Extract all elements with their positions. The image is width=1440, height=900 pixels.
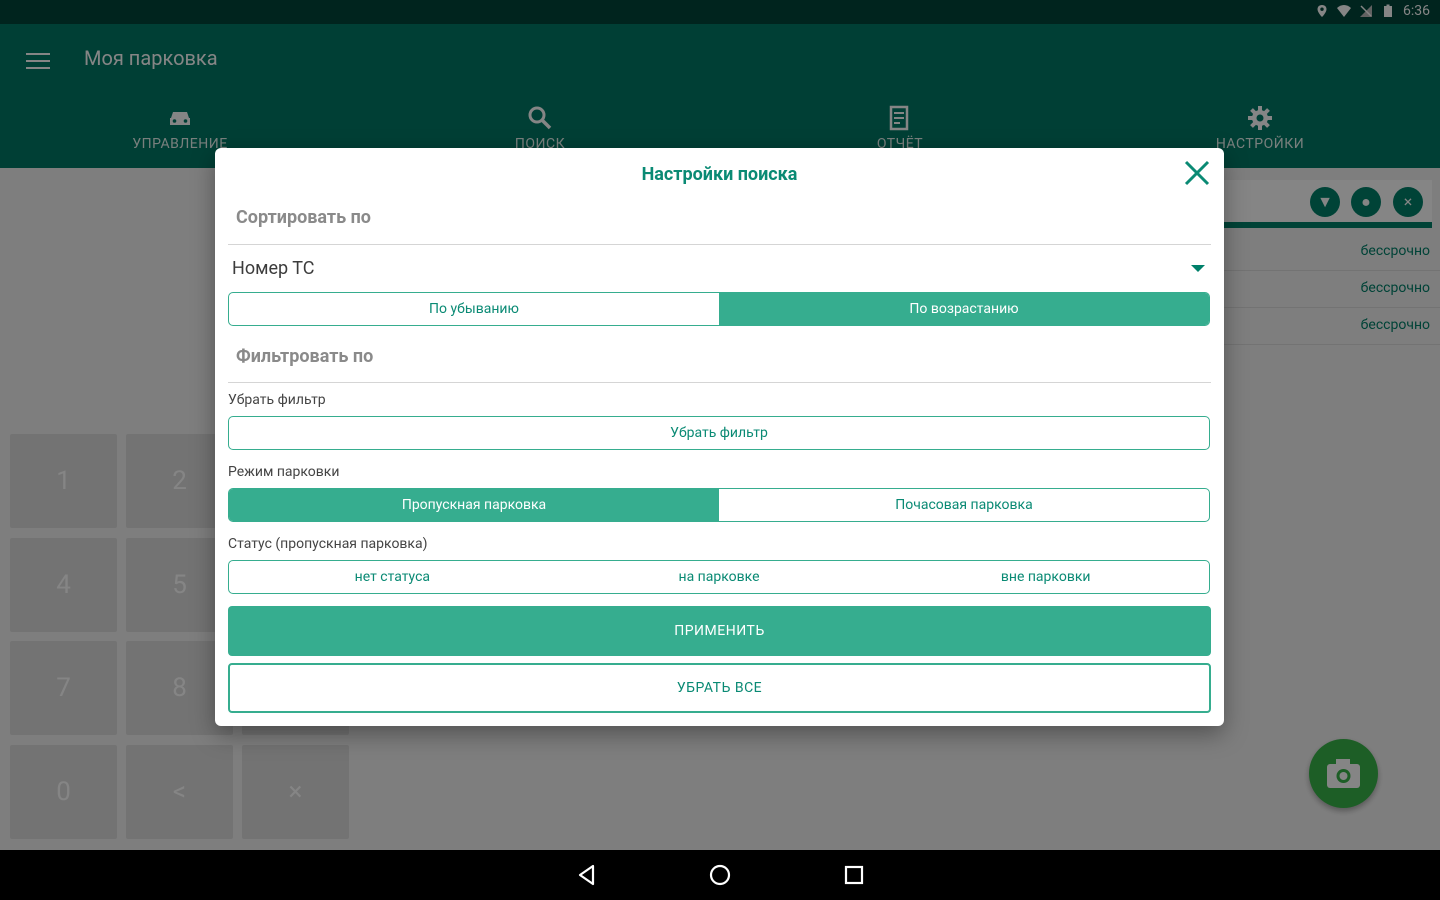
close-icon[interactable] (1182, 158, 1212, 188)
remove-filter-button[interactable]: Убрать фильтр (229, 417, 1209, 449)
divider (228, 244, 1211, 245)
status-toggle: нет статуса на парковке вне парковки (228, 560, 1210, 594)
status-outside-option[interactable]: вне парковки (882, 561, 1209, 593)
filter-section-title: Фильтровать по (236, 346, 374, 367)
remove-filter-label: Убрать фильтр (228, 392, 326, 408)
status-label: Статус (пропускная парковка) (228, 536, 428, 552)
hourly-parking-option[interactable]: Почасовая парковка (719, 489, 1209, 521)
status-parked-option[interactable]: на парковке (556, 561, 883, 593)
divider (228, 382, 1211, 383)
sort-descending-option[interactable]: По убыванию (229, 293, 719, 325)
sort-field-value: Номер ТС (232, 258, 315, 279)
chevron-down-icon (1191, 265, 1205, 272)
apply-button[interactable]: ПРИМЕНИТЬ (228, 606, 1211, 656)
system-nav-bar (0, 850, 1440, 900)
remove-filter-group: Убрать фильтр (228, 416, 1210, 450)
sort-section-title: Сортировать по (236, 207, 371, 228)
back-icon[interactable] (574, 862, 600, 888)
sort-ascending-option[interactable]: По возрастанию (719, 293, 1209, 325)
status-none-option[interactable]: нет статуса (229, 561, 556, 593)
parking-mode-label: Режим парковки (228, 464, 340, 480)
pass-parking-option[interactable]: Пропускная парковка (229, 489, 719, 521)
clear-all-button[interactable]: УБРАТЬ ВСЕ (228, 663, 1211, 713)
home-icon[interactable] (707, 862, 733, 888)
dialog-title: Настройки поиска (641, 164, 798, 185)
recents-icon[interactable] (841, 862, 867, 888)
search-settings-dialog: Настройки поиска Сортировать по Номер ТС… (215, 148, 1224, 726)
sort-order-toggle: По убыванию По возрастанию (228, 292, 1210, 326)
parking-mode-toggle: Пропускная парковка Почасовая парковка (228, 488, 1210, 522)
sort-field-select[interactable]: Номер ТС (228, 248, 1211, 290)
